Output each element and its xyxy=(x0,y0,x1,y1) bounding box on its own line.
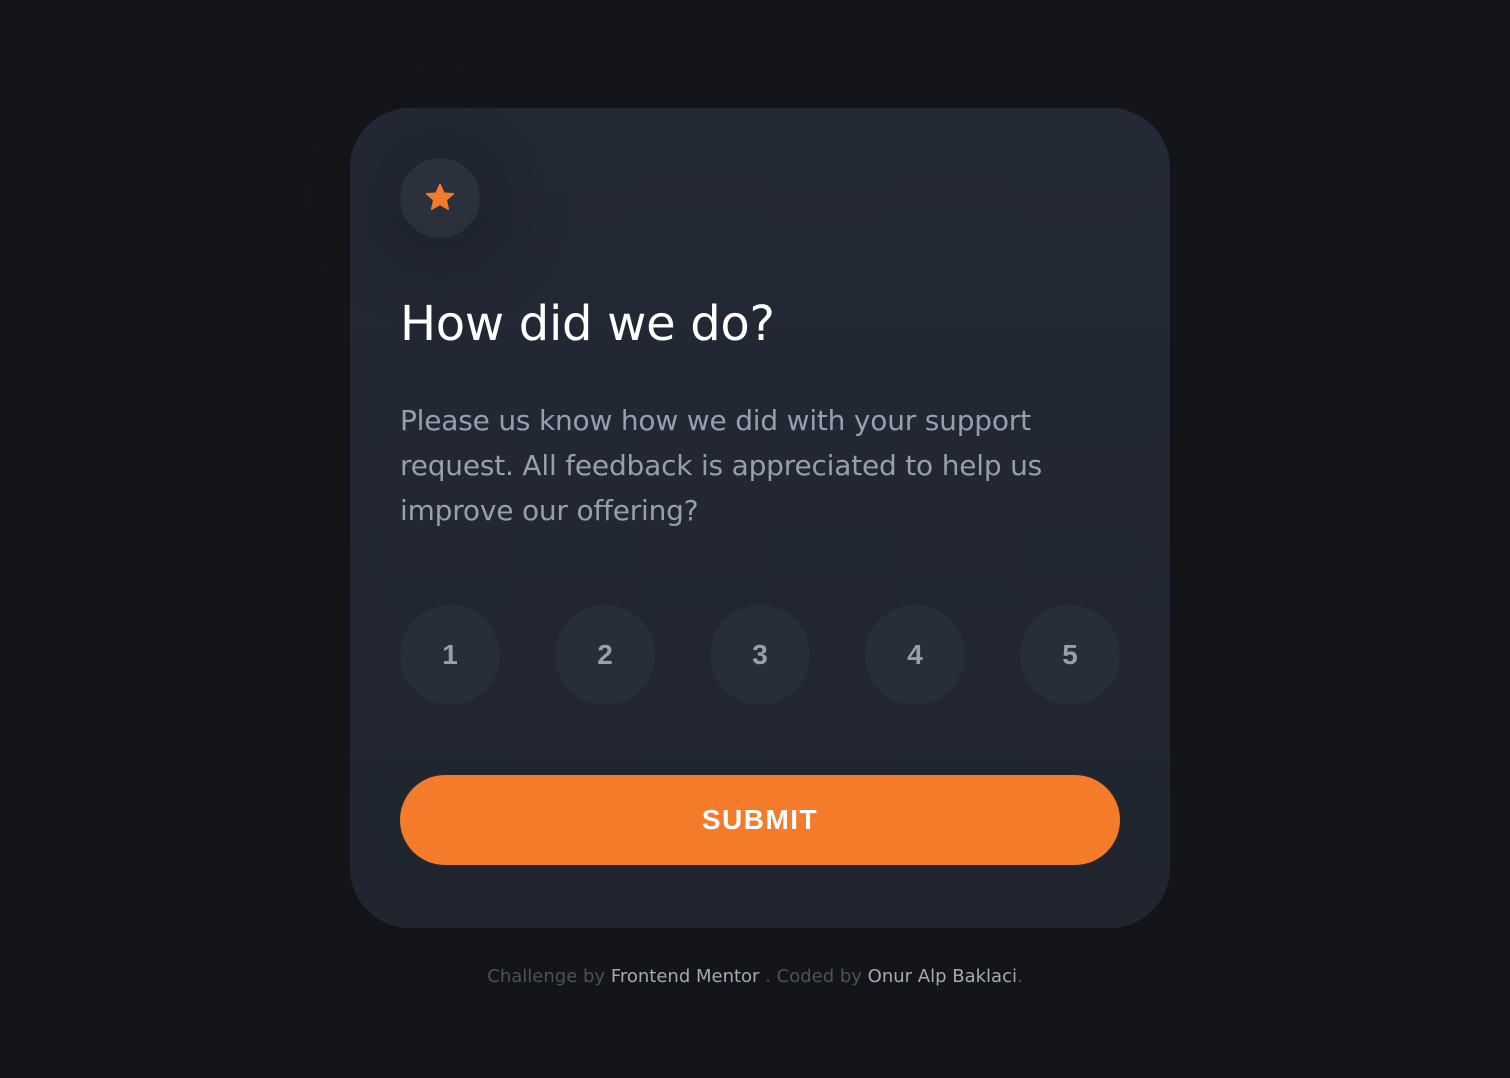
attribution-prefix: Challenge by xyxy=(487,966,606,987)
frontend-mentor-link[interactable]: Frontend Mentor xyxy=(611,966,760,987)
rating-button-3[interactable]: 3 xyxy=(710,605,810,705)
rating-button-4[interactable]: 4 xyxy=(865,605,965,705)
submit-button[interactable]: SUBMIT xyxy=(400,775,1120,865)
card-description: Please us know how we did with your supp… xyxy=(400,404,1043,527)
attribution-suffix: . xyxy=(1016,966,1023,987)
rating-button-2[interactable]: 2 xyxy=(555,605,655,705)
rating-options: 1 2 3 4 5 xyxy=(400,605,1120,705)
star-icon-badge xyxy=(400,158,480,238)
attribution-middle: . Coded by xyxy=(765,966,862,987)
rating-button-1[interactable]: 1 xyxy=(400,605,500,705)
star-icon xyxy=(426,183,454,210)
author-link[interactable]: Onur Alp Baklaci xyxy=(868,966,1017,987)
card-title: How did we do? xyxy=(400,296,775,352)
rating-card: How did we do? Please us know how we did… xyxy=(350,108,1170,928)
rating-button-5[interactable]: 5 xyxy=(1020,605,1120,705)
attribution: Challenge by Frontend Mentor . Coded by … xyxy=(0,966,1510,987)
page: How did we do? Please us know how we did… xyxy=(0,0,1510,1078)
